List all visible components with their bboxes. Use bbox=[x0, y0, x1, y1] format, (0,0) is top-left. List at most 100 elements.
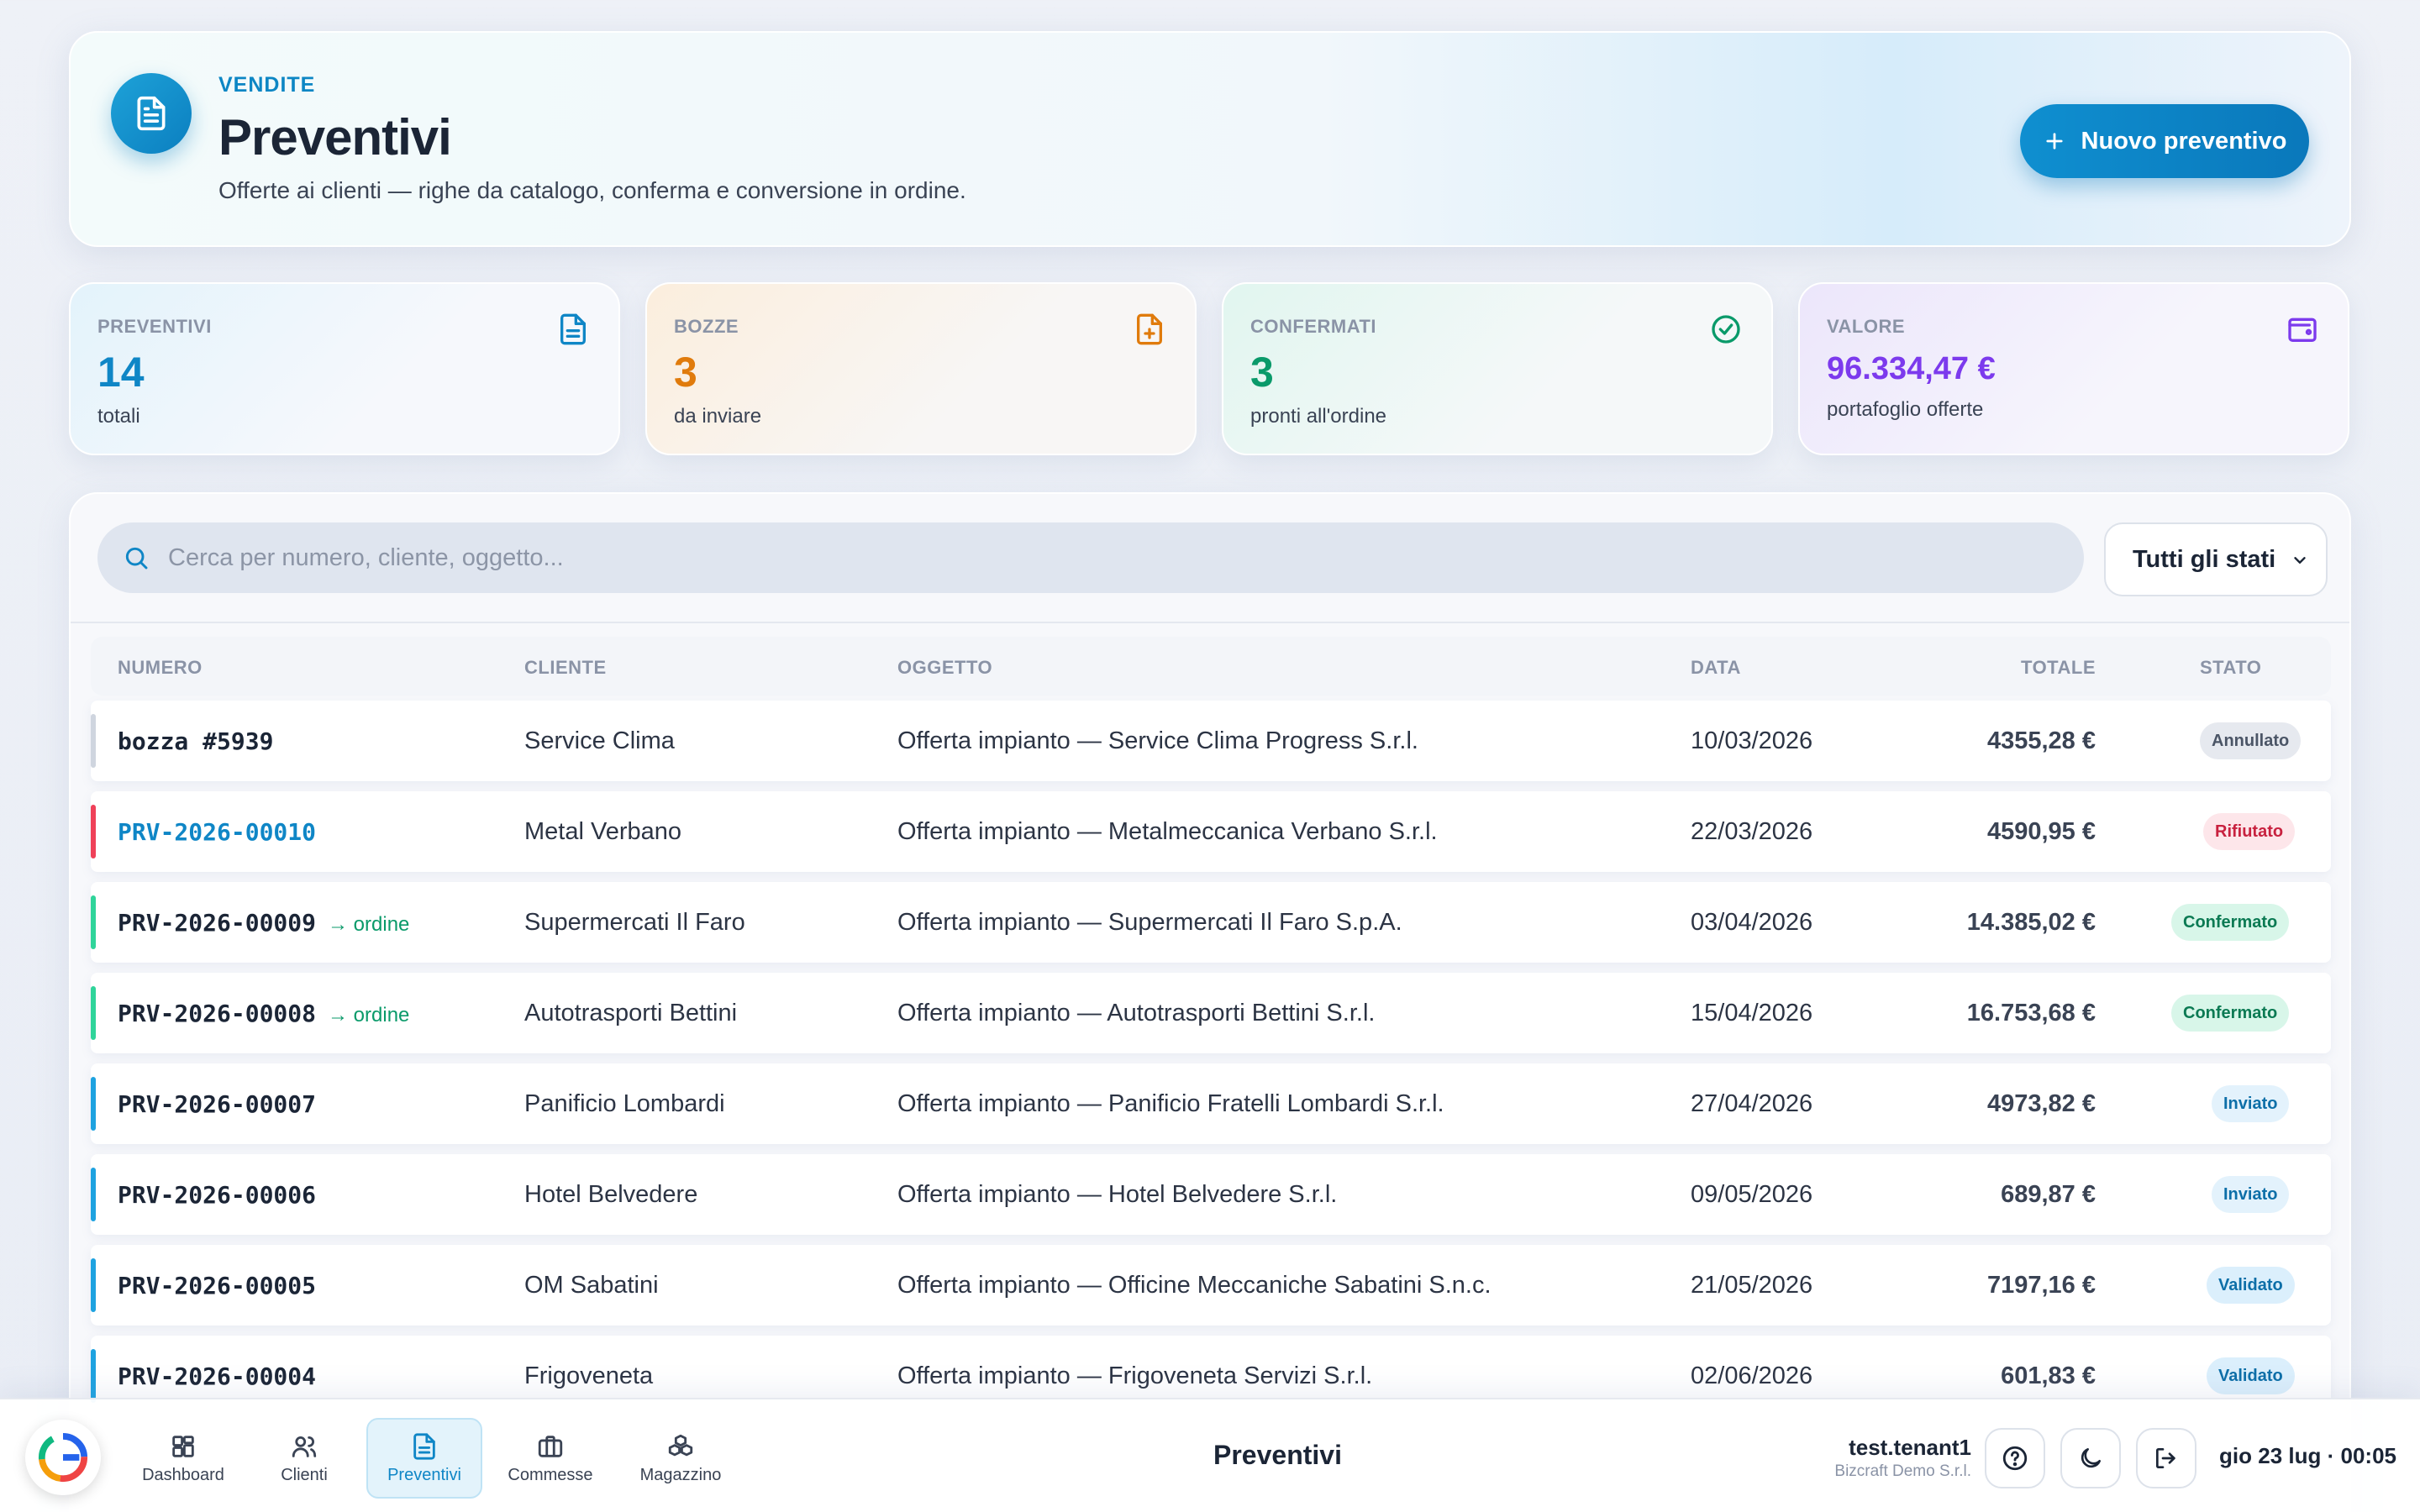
nav-label: Commesse bbox=[508, 1465, 593, 1484]
quote-number-text: PRV-2026-00009 bbox=[118, 909, 317, 937]
search-icon bbox=[125, 547, 148, 570]
page-title: Preventivi bbox=[218, 109, 452, 165]
table-header: NUMERO CLIENTE OGGETTO DATA TOTALE STATO bbox=[91, 637, 2331, 696]
stat-sub: totali bbox=[97, 405, 140, 428]
date-cell: 03/04/2026 bbox=[1691, 909, 1813, 936]
quote-number-text: PRV-2026-00008 bbox=[118, 1000, 317, 1027]
quote-number[interactable]: PRV-2026-00008 → ordine bbox=[118, 1000, 409, 1027]
quote-number[interactable]: PRV-2026-00007 bbox=[118, 1090, 316, 1118]
logout-icon bbox=[2156, 1448, 2175, 1468]
date-cell: 22/03/2026 bbox=[1691, 818, 1813, 845]
total-cell: 689,87 € bbox=[2001, 1181, 2096, 1208]
quote-number-text: PRV-2026-00004 bbox=[118, 1362, 317, 1390]
quote-number[interactable]: bozza #5939 bbox=[118, 727, 273, 755]
table-row[interactable]: PRV-2026-00007 Panificio Lombardi Offerta … bbox=[91, 1063, 2331, 1144]
table-row[interactable]: PRV-2026-00005 OM Sabatini Offerta impiant… bbox=[91, 1245, 2331, 1326]
boxes-icon bbox=[668, 1434, 693, 1456]
logout-button[interactable] bbox=[2136, 1428, 2196, 1488]
wallet-icon bbox=[2286, 312, 2319, 350]
quote-number-text: PRV-2026-00006 bbox=[118, 1181, 317, 1209]
page-subtitle: Offerte ai clienti — righe da catalogo, … bbox=[218, 177, 966, 203]
client-cell: Autotrasporti Bettini bbox=[524, 1000, 738, 1026]
status-badge: Validato bbox=[2207, 1357, 2295, 1394]
col-oggetto[interactable]: OGGETTO bbox=[897, 657, 992, 679]
quote-number-text: PRV-2026-00005 bbox=[118, 1272, 317, 1299]
client-cell: Panificio Lombardi bbox=[524, 1090, 725, 1117]
table-row[interactable]: PRV-2026-00010 Metal Verbano Offerta impia… bbox=[91, 791, 2331, 872]
nav-preventivi[interactable]: Preventivi bbox=[366, 1418, 482, 1499]
new-quote-label: Nuovo preventivo bbox=[2081, 127, 2287, 155]
col-data[interactable]: DATA bbox=[1691, 657, 1741, 679]
status-stripe bbox=[91, 1258, 96, 1312]
table-row[interactable]: PRV-2026-00009 → ordine Supermercati Il Fa… bbox=[91, 882, 2331, 963]
quote-number[interactable]: PRV-2026-00010 bbox=[118, 818, 316, 846]
client-cell: Service Clima bbox=[524, 727, 675, 754]
date-cell: 15/04/2026 bbox=[1691, 1000, 1813, 1026]
stat-value: 14 bbox=[97, 349, 145, 396]
clock: gio 23 lug · 00:05 bbox=[2219, 1443, 2396, 1468]
stat-label: CONFERMATI bbox=[1250, 316, 1377, 337]
col-stato[interactable]: STATO bbox=[2200, 657, 2261, 679]
quote-number[interactable]: PRV-2026-00004 bbox=[118, 1362, 316, 1390]
client-cell: Frigoveneta bbox=[524, 1362, 654, 1389]
app-logo[interactable] bbox=[25, 1420, 101, 1495]
briefcase-icon bbox=[538, 1435, 563, 1457]
subject-cell: Offerta impianto — Autotrasporti Bettini… bbox=[897, 1000, 1376, 1026]
nav-magazzino[interactable]: Magazzino bbox=[622, 1418, 739, 1499]
total-cell: 4355,28 € bbox=[1986, 727, 2096, 754]
section-eyebrow: VENDITE bbox=[218, 73, 316, 97]
chevron-down-icon bbox=[2294, 557, 2306, 564]
moon-icon bbox=[2081, 1448, 2101, 1468]
order-link[interactable]: → ordine bbox=[328, 913, 409, 936]
status-badge: Confermato bbox=[2171, 995, 2290, 1032]
client-cell: Hotel Belvedere bbox=[524, 1181, 698, 1208]
client-cell: Metal Verbano bbox=[524, 818, 682, 845]
stat-card-confermati: CONFERMATI 3 pronti all'ordine bbox=[1222, 282, 1773, 455]
nav-label: Dashboard bbox=[142, 1465, 224, 1484]
subject-cell: Offerta impianto — Metalmeccanica Verban… bbox=[897, 818, 1438, 845]
stat-label: VALORE bbox=[1827, 316, 1906, 337]
document-icon bbox=[111, 73, 192, 154]
nav-clienti[interactable]: Clienti bbox=[252, 1418, 356, 1499]
total-cell: 16.753,68 € bbox=[1966, 1000, 2096, 1026]
quote-number[interactable]: PRV-2026-00006 bbox=[118, 1181, 316, 1209]
date-cell: 09/05/2026 bbox=[1691, 1181, 1813, 1208]
status-filter-select[interactable]: Tutti gli stati bbox=[2104, 522, 2328, 596]
total-cell: 14.385,02 € bbox=[1966, 909, 2096, 936]
stat-card-preventivi: PREVENTIVI 14 totali bbox=[69, 282, 620, 455]
nav-dashboard[interactable]: Dashboard bbox=[126, 1418, 240, 1499]
col-numero[interactable]: NUMERO bbox=[118, 657, 203, 679]
help-button[interactable] bbox=[1985, 1428, 2045, 1488]
order-link[interactable]: → ordine bbox=[328, 1004, 409, 1026]
stat-value: 3 bbox=[674, 349, 697, 396]
stat-sub: pronti all'ordine bbox=[1250, 405, 1387, 428]
stat-label: BOZZE bbox=[674, 316, 739, 337]
search-bar[interactable] bbox=[97, 522, 2084, 593]
stat-value: 96.334,47 € bbox=[1827, 351, 1996, 386]
dark-mode-button[interactable] bbox=[2060, 1428, 2121, 1488]
table-row[interactable]: bozza #5939 Service Clima Offerta impianto… bbox=[91, 701, 2331, 781]
col-cliente[interactable]: CLIENTE bbox=[524, 657, 607, 679]
stat-label: PREVENTIVI bbox=[97, 316, 212, 337]
search-input[interactable] bbox=[168, 543, 2017, 572]
new-quote-button[interactable]: Nuovo preventivo bbox=[2020, 104, 2309, 178]
quote-number-text: PRV-2026-00010 bbox=[118, 818, 317, 846]
nav-commesse[interactable]: Commesse bbox=[496, 1418, 605, 1499]
quote-number[interactable]: PRV-2026-00009 → ordine bbox=[118, 909, 409, 937]
status-badge: Confermato bbox=[2171, 904, 2290, 941]
status-badge: Annullato bbox=[2200, 722, 2302, 759]
status-stripe bbox=[91, 986, 96, 1040]
table-row[interactable]: PRV-2026-00006 Hotel Belvedere Offerta imp… bbox=[91, 1154, 2331, 1235]
quote-number[interactable]: PRV-2026-00005 bbox=[118, 1272, 316, 1299]
file-plus-icon bbox=[1133, 312, 1166, 350]
status-stripe bbox=[91, 714, 96, 768]
status-stripe bbox=[91, 1349, 96, 1403]
col-totale[interactable]: TOTALE bbox=[2021, 657, 2096, 679]
status-stripe bbox=[91, 1168, 96, 1221]
subject-cell: Offerta impianto — Hotel Belvedere S.r.l… bbox=[897, 1181, 1338, 1208]
current-page-title: Preventivi bbox=[1213, 1440, 1342, 1470]
nav-label: Clienti bbox=[281, 1465, 328, 1484]
status-stripe bbox=[91, 805, 96, 858]
document-icon bbox=[413, 1432, 435, 1460]
table-row[interactable]: PRV-2026-00008 → ordine Autotrasporti Bett… bbox=[91, 973, 2331, 1053]
